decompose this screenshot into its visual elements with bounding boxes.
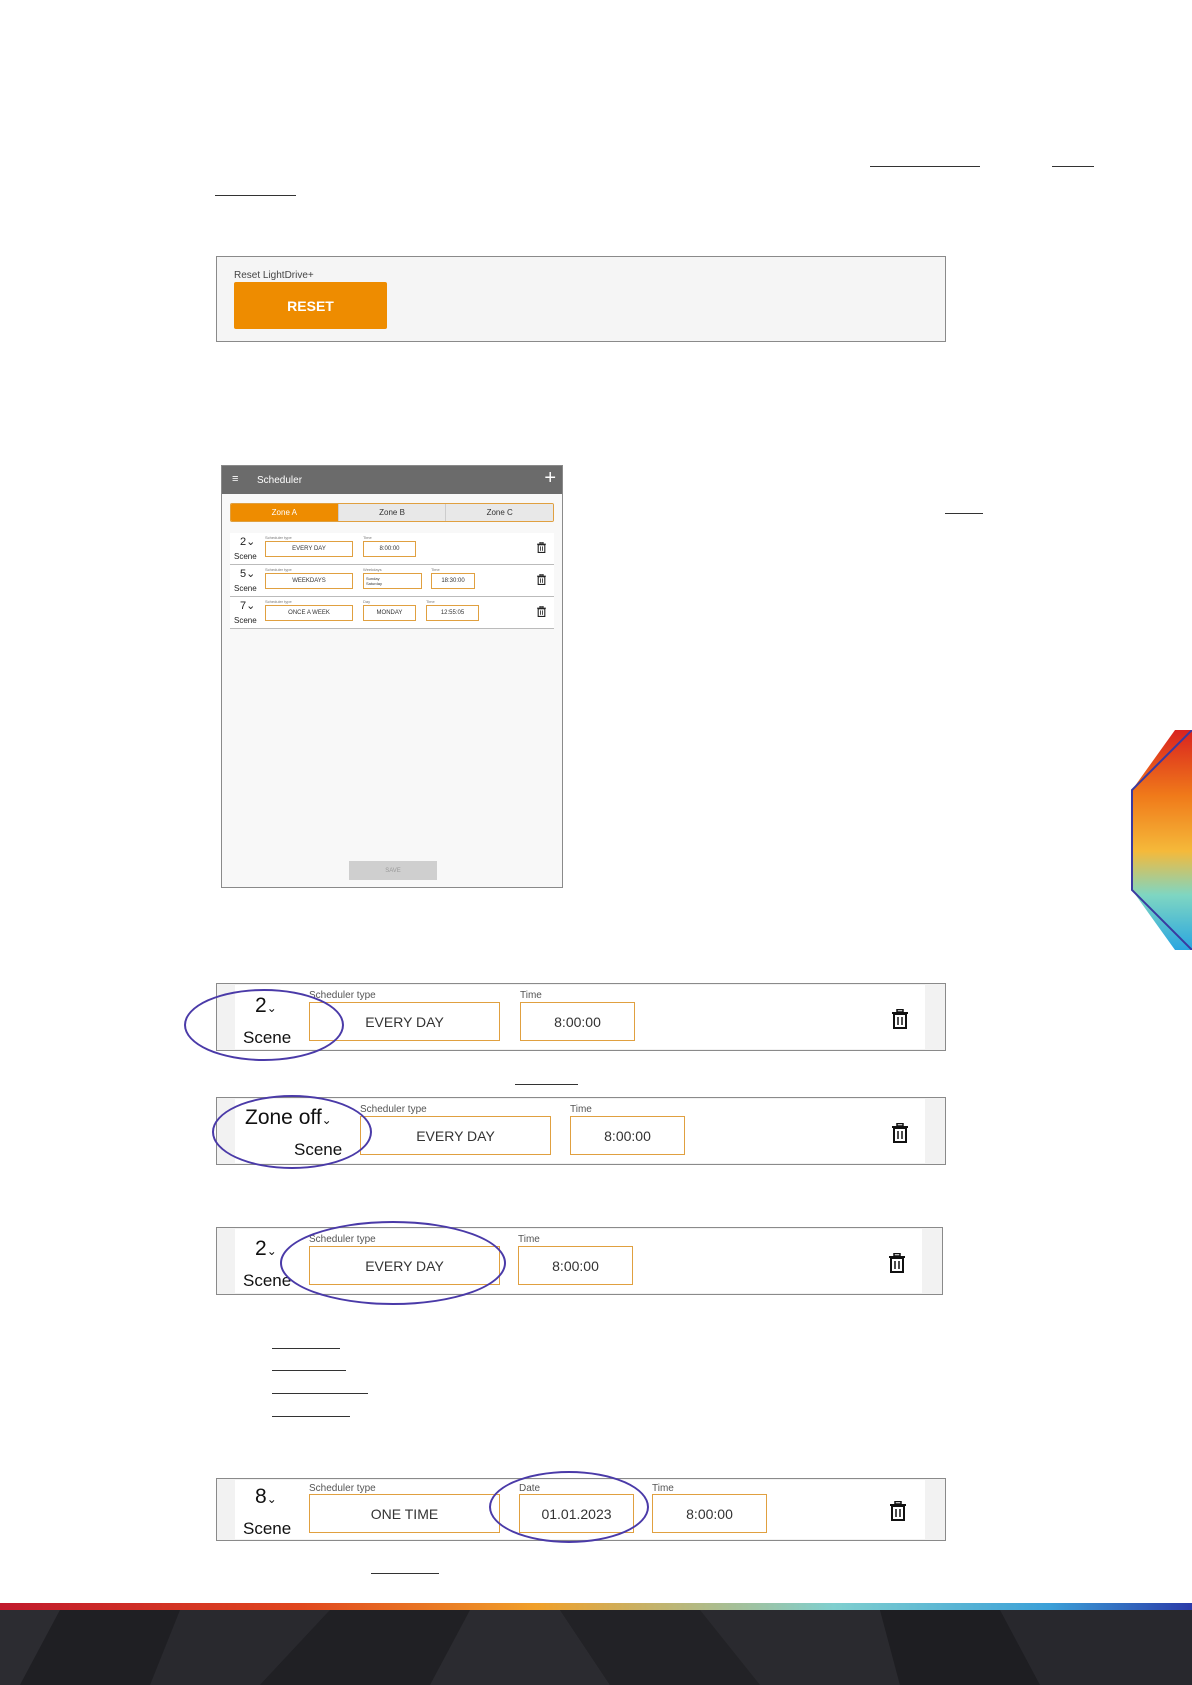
add-icon[interactable]: +: [544, 468, 556, 488]
link-underline: [272, 1416, 350, 1417]
field-label: Time: [520, 990, 542, 1001]
reset-label: Reset LightDrive+: [234, 270, 314, 281]
link-underline: [215, 195, 296, 196]
scheduler-type-field[interactable]: EVERY DAY: [265, 541, 353, 557]
time-field[interactable]: 12:55:05: [426, 605, 479, 621]
time-field[interactable]: 8:00:00: [363, 541, 416, 557]
time-field[interactable]: 8:00:00: [570, 1116, 685, 1155]
trash-icon[interactable]: [892, 1123, 908, 1143]
scheduler-type-field[interactable]: EVERY DAY: [309, 1246, 500, 1285]
scene-label: Scene: [234, 552, 257, 561]
field-label: Time: [652, 1483, 674, 1494]
scene-label: Scene: [243, 1519, 292, 1538]
field-label: Scheduler type: [309, 1483, 376, 1494]
field-label: Time: [363, 535, 372, 540]
scheduler-type-field[interactable]: WEEKDAYS: [265, 573, 353, 589]
reset-panel: Reset LightDrive+ RESET: [216, 256, 946, 342]
scene-number[interactable]: 2⌄: [240, 535, 255, 548]
chevron-down-icon: ⌄: [266, 1492, 277, 1506]
scene-label: Scene: [243, 1271, 292, 1290]
time-field[interactable]: 8:00:00: [518, 1246, 633, 1285]
reset-button[interactable]: RESET: [234, 282, 387, 329]
scene-label: Scene: [294, 1140, 343, 1159]
list-item: 7⌄ Scene Scheduler type ONCE A WEEK Day …: [230, 597, 554, 629]
field-label: Scheduler type: [265, 567, 292, 572]
field-label: Date: [519, 1483, 541, 1494]
scheduler-type-field[interactable]: ONE TIME: [309, 1494, 500, 1533]
field-label: Time: [570, 1104, 592, 1115]
trash-icon[interactable]: [892, 1009, 908, 1029]
weekday-value: Saturday: [366, 581, 383, 586]
list-item: 2⌄ Scene Scheduler type EVERY DAY Time 8…: [230, 533, 554, 565]
scheduler-row: 2⌄ Scene Scheduler type EVERY DAY Time 8…: [216, 1227, 943, 1295]
link-underline: [272, 1370, 346, 1371]
field-label: Scheduler type: [265, 535, 292, 540]
day-field[interactable]: MONDAY: [363, 605, 416, 621]
decorative-hexagon: [1131, 730, 1192, 950]
field-label: Time: [518, 1234, 540, 1245]
field-label: Scheduler type: [309, 990, 376, 1001]
footer-pattern: [0, 1610, 1192, 1685]
scheduler-type-field[interactable]: EVERY DAY: [309, 1002, 500, 1041]
field-label: Time: [431, 567, 440, 572]
list-item: 5⌄ Scene Scheduler type WEEKDAYS Weekday…: [230, 565, 554, 597]
scheduler-row: 2⌄ Scene Scheduler type EVERY DAY Time 8…: [216, 983, 946, 1051]
menu-icon[interactable]: ≡: [232, 473, 238, 485]
footer-stripe: [0, 1603, 1192, 1610]
link-underline: [371, 1573, 439, 1574]
scheduler-type-field[interactable]: ONCE A WEEK: [265, 605, 353, 621]
scene-number[interactable]: 2⌄: [255, 1237, 277, 1261]
field-label: Time: [426, 599, 435, 604]
scene-number[interactable]: 7⌄: [240, 599, 255, 612]
trash-icon[interactable]: [537, 574, 546, 585]
field-label: Scheduler type: [265, 599, 292, 604]
date-field[interactable]: 01.01.2023: [519, 1494, 634, 1533]
chevron-down-icon: ⌄: [321, 1113, 332, 1127]
scheduler-row: 8⌄ Scene Scheduler type ONE TIME Date 01…: [216, 1478, 946, 1541]
field-label: Day: [363, 599, 371, 604]
weekdays-field[interactable]: Sunday Saturday: [363, 573, 422, 589]
app-bar: ≡ Scheduler +: [222, 466, 562, 494]
trash-icon[interactable]: [889, 1253, 905, 1273]
link-underline: [870, 166, 980, 167]
chevron-down-icon: ⌄: [266, 1244, 277, 1258]
link-underline: [515, 1084, 578, 1085]
chevron-down-icon: ⌄: [266, 1001, 277, 1015]
save-button[interactable]: SAVE: [349, 861, 437, 880]
tab-zone-b[interactable]: Zone B: [338, 504, 447, 521]
field-label: Weekdays: [363, 567, 382, 572]
link-underline: [272, 1348, 340, 1349]
field-label: Scheduler type: [360, 1104, 427, 1115]
scene-number[interactable]: 2⌄: [255, 994, 277, 1018]
trash-icon[interactable]: [537, 606, 546, 617]
scheduler-row: Zone off⌄ Scene Scheduler type EVERY DAY…: [216, 1097, 946, 1165]
scene-number[interactable]: 5⌄: [240, 567, 255, 580]
app-title: Scheduler: [257, 475, 303, 486]
scene-label: Scene: [243, 1028, 292, 1047]
link-underline: [1052, 166, 1094, 167]
zone-tabs: Zone A Zone B Zone C: [230, 503, 554, 522]
scene-label: Scene: [234, 584, 257, 593]
time-field[interactable]: 8:00:00: [520, 1002, 635, 1041]
scheduler-screenshot: ≡ Scheduler + Zone A Zone B Zone C 2⌄ Sc…: [221, 465, 563, 888]
time-field[interactable]: 18:30:00: [431, 573, 475, 589]
scene-number[interactable]: Zone off⌄: [245, 1106, 332, 1130]
link-underline: [272, 1393, 368, 1394]
scene-label: Scene: [234, 616, 257, 625]
tab-zone-c[interactable]: Zone C: [446, 504, 553, 521]
time-field[interactable]: 8:00:00: [652, 1494, 767, 1533]
scheduler-type-field[interactable]: EVERY DAY: [360, 1116, 551, 1155]
scene-number[interactable]: 8⌄: [255, 1485, 277, 1509]
field-label: Scheduler type: [309, 1234, 376, 1245]
tab-zone-a[interactable]: Zone A: [231, 504, 339, 521]
footer: [0, 1610, 1192, 1685]
trash-icon[interactable]: [537, 542, 546, 553]
link-underline: [945, 513, 983, 514]
trash-icon[interactable]: [890, 1501, 906, 1521]
